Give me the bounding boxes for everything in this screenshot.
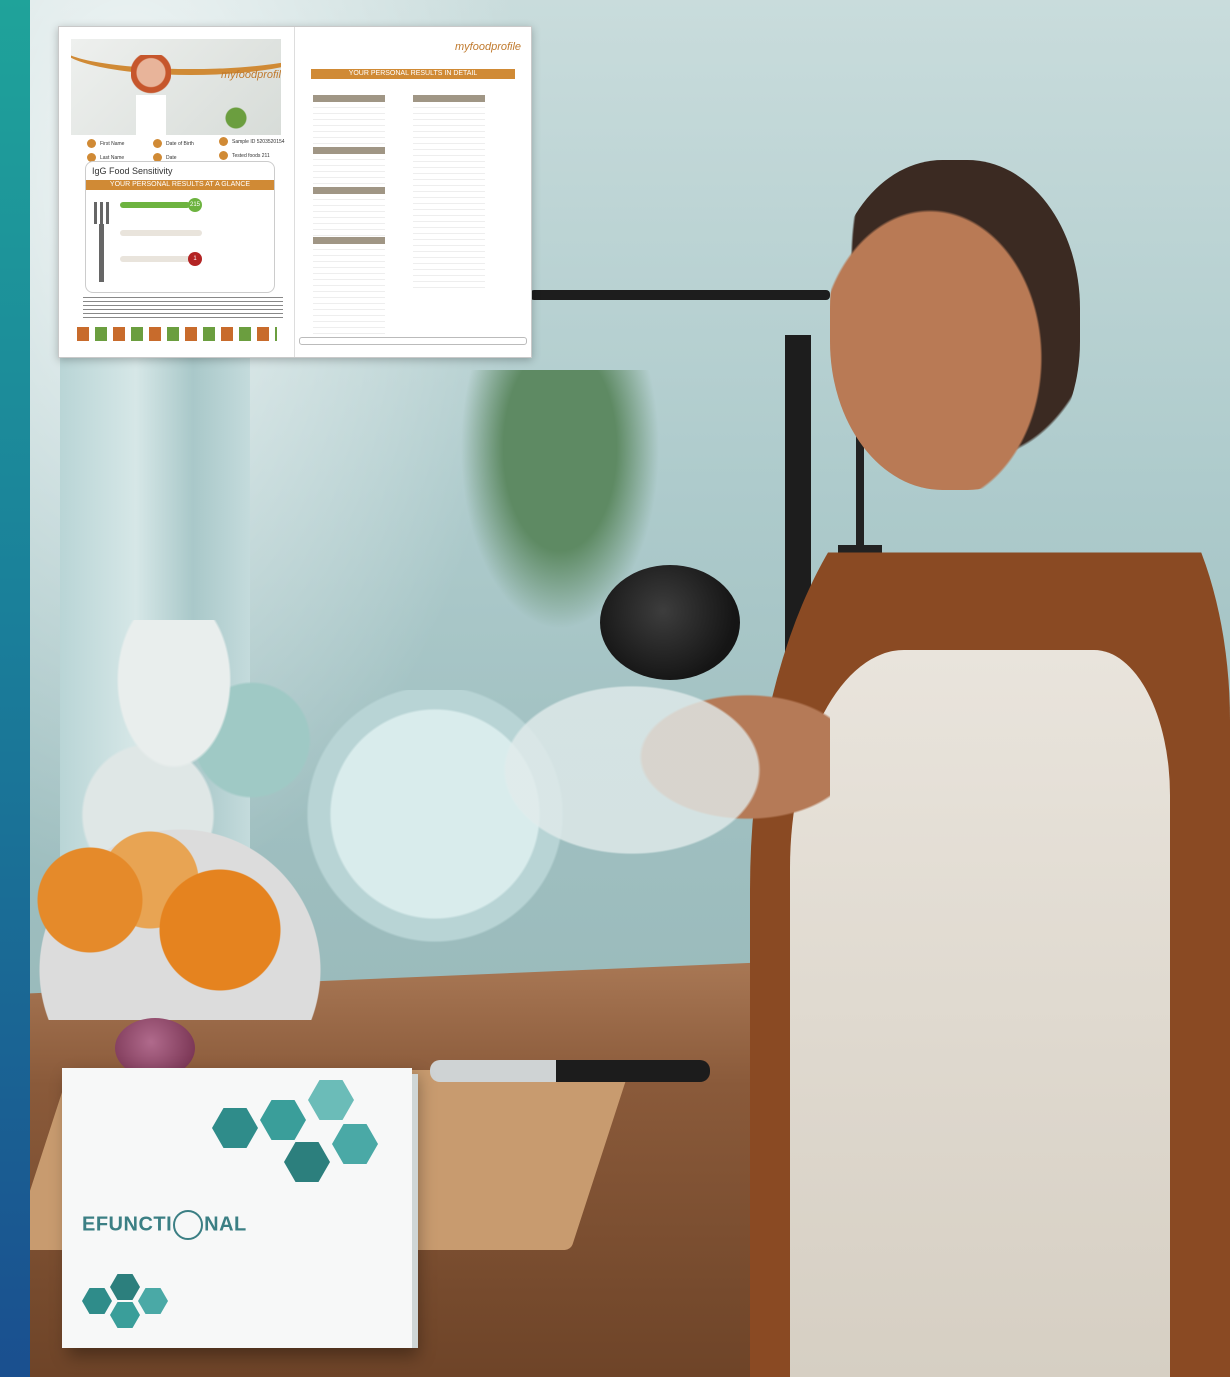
hexagon-decor: [138, 1288, 168, 1314]
cutlery-icon: [94, 202, 114, 282]
amber-bar: [120, 230, 202, 236]
category-table-3: [313, 187, 385, 246]
efunctional-kit-box: EFUNCTI NAL: [62, 1068, 418, 1348]
panel-title: IgG Food Sensitivity: [92, 166, 173, 176]
hexagon-decor: [284, 1142, 330, 1182]
meta-dob: Date of Birth: [153, 139, 194, 148]
report-hero-image: myfoodprofile: [71, 39, 281, 135]
apron: [790, 650, 1170, 1377]
fruit-bowl: [30, 820, 330, 1020]
green-bar: [120, 202, 190, 208]
brand-wordmark: EFUNCTI NAL: [82, 1210, 247, 1240]
category-table-2: [313, 147, 385, 194]
results-panel: IgG Food Sensitivity YOUR PERSONAL RESUL…: [85, 161, 275, 293]
vial-icon: [219, 137, 228, 146]
report-logo-right: myfoodprofile: [455, 41, 522, 53]
meta-tested-foods: Tested foods 211: [219, 151, 270, 160]
side-gradient-band: [0, 0, 30, 1377]
meta-first-name: First Name: [87, 139, 124, 148]
woman-head: [830, 160, 1080, 490]
meta-sample-id: Sample ID 5203520154: [219, 137, 285, 146]
hexagon-decor: [212, 1108, 258, 1148]
report-logo: myfoodprofile: [221, 69, 281, 81]
category-table-5: [413, 95, 485, 292]
food-icons-row: [77, 327, 277, 341]
hexagon-decor: [110, 1274, 140, 1300]
green-count-badge: 215: [188, 198, 202, 212]
detail-title: YOUR PERSONAL RESULTS IN DETAIL: [311, 69, 515, 79]
hero-plant: [221, 103, 251, 133]
kitchen-knife: [430, 1060, 710, 1082]
apple-icon: [219, 151, 228, 160]
hexagon-decor: [332, 1124, 378, 1164]
panel-band: YOUR PERSONAL RESULTS AT A GLANCE: [86, 180, 274, 190]
hexagon-decor: [82, 1288, 112, 1314]
hexagon-decor: [260, 1100, 306, 1140]
calendar-icon: [153, 139, 162, 148]
hexagon-decor: [110, 1302, 140, 1328]
hero-woman: [131, 55, 171, 135]
glass-salad-bowl: [500, 640, 830, 900]
hexagon-decor: [308, 1080, 354, 1120]
legend-strip: [299, 337, 527, 345]
box-side: [412, 1074, 418, 1348]
person-figure-icon: [173, 1210, 204, 1240]
utensil-rail: [530, 290, 830, 300]
person-icon: [87, 139, 96, 148]
food-report-sheet: myfoodprofile First Name Date of Birth S…: [58, 26, 532, 358]
report-page-detail: myfoodprofile YOUR PERSONAL RESULTS IN D…: [295, 27, 531, 357]
red-count-badge: 1: [188, 252, 202, 266]
summary-paragraph: [83, 297, 283, 319]
category-table-4: [313, 237, 385, 334]
category-table-1: [313, 95, 385, 156]
report-page-summary: myfoodprofile First Name Date of Birth S…: [59, 27, 295, 357]
